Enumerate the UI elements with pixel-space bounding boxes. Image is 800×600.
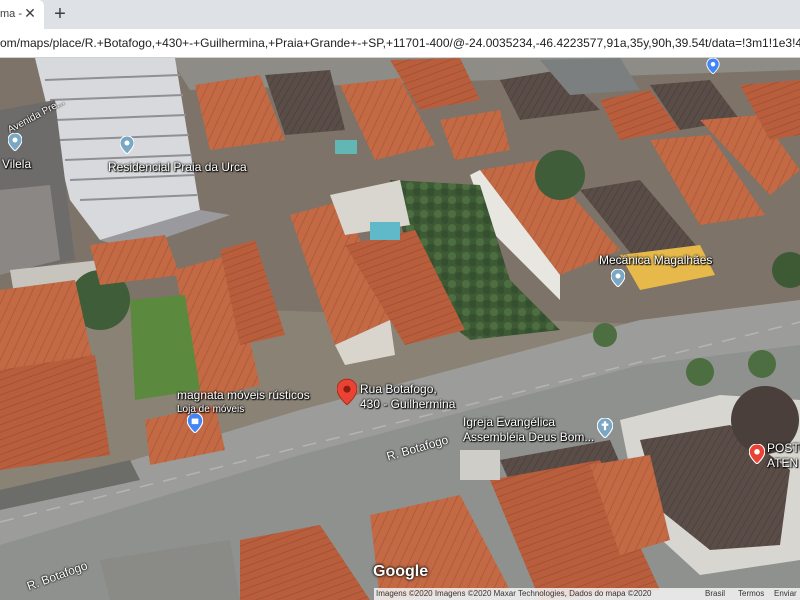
place-label-posto-line2[interactable]: ATEN [767,456,798,470]
place-label-igreja-line2[interactable]: Assembléia Deus Bom... [463,430,594,444]
place-label-residencial[interactable]: Residencial Praia da Urca [108,160,247,174]
selected-place-label-line1[interactable]: Rua Botafogo, [360,382,437,396]
url-text[interactable]: om/maps/place/R.+Botafogo,+430+-+Guilher… [0,36,800,50]
place-label-mecanica[interactable]: Mecânica Magalhães [599,253,712,267]
place-pin-icon[interactable] [8,133,22,151]
place-label-igreja-line1[interactable]: Igreja Evangélica [463,415,555,429]
map-attribution-bar: Imagens ©2020 Imagens ©2020 Maxar Techno… [374,588,800,600]
new-tab-icon[interactable]: + [50,4,70,24]
satellite-map-view[interactable]: Vilela Residencial Praia da Urca Mecânic… [0,58,800,600]
place-pin-icon[interactable] [611,269,625,287]
place-category-magnata: Loja de móveis [177,404,245,415]
selected-place-label-line2[interactable]: 430 - Guilhermina [360,397,455,411]
google-logo: Google [373,563,429,580]
place-label-posto-line1[interactable]: POSTO [767,441,800,455]
terms-link[interactable]: Termos [738,589,764,598]
place-label-vilela[interactable]: Vilela [2,157,31,171]
shopping-bag-pin-icon[interactable] [187,413,203,433]
place-label-magnata[interactable]: magnata móveis rústicos [177,388,310,402]
place-pin-icon[interactable] [706,58,720,74]
send-feedback-link[interactable]: Enviar [774,589,797,598]
tab-close-icon[interactable]: ✕ [22,5,38,21]
browser-tab-strip: ma - ✕ + [0,0,800,29]
browser-tab[interactable]: ma - ✕ [0,0,44,29]
address-bar[interactable]: om/maps/place/R.+Botafogo,+430+-+Guilher… [0,29,800,58]
country-link[interactable]: Brasil [705,589,725,598]
place-pin-icon[interactable] [749,444,765,464]
selected-location-pin-icon[interactable] [337,378,357,406]
church-pin-icon[interactable] [597,418,613,438]
place-pin-icon[interactable] [120,136,134,154]
imagery-attribution: Imagens ©2020 Imagens ©2020 Maxar Techno… [376,589,652,598]
tab-title: ma - [0,8,22,20]
